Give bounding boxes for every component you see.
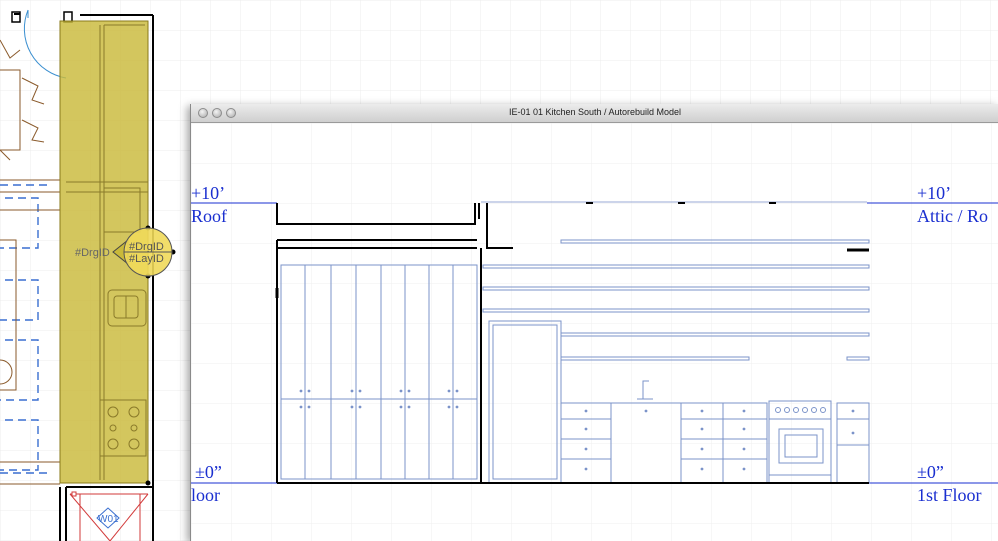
window-title: IE-01 01 Kitchen South / Autorebuild Mod… — [508, 107, 682, 117]
level-name-bottom-right: 1st Floor — [917, 485, 982, 505]
elevation-window[interactable]: IE-01 01 Kitchen South / Autorebuild Mod… — [190, 104, 998, 541]
marker-layid-label: #LayID — [129, 253, 164, 265]
marker-drgid-label: #DrgID — [129, 241, 164, 253]
level-name-bottom-left: loor — [191, 485, 220, 505]
level-elev-bottom-right: ±0” — [917, 462, 944, 482]
elevation-canvas[interactable]: +10’ Roof +10’ Attic / Ro ±0” loor ±0” 1… — [191, 123, 998, 541]
window-tag-label: W01 — [98, 514, 119, 525]
level-name-top-left: Roof — [191, 206, 227, 226]
level-elev-bottom-left: ±0” — [195, 462, 222, 482]
drgid-label: #DrgID — [75, 247, 110, 259]
level-name-top-right: Attic / Ro — [917, 206, 988, 226]
level-elev-top-right: +10’ — [917, 183, 952, 203]
level-elev-top-left: +10’ — [191, 183, 226, 203]
window-titlebar[interactable]: IE-01 01 Kitchen South / Autorebuild Mod… — [191, 104, 998, 123]
